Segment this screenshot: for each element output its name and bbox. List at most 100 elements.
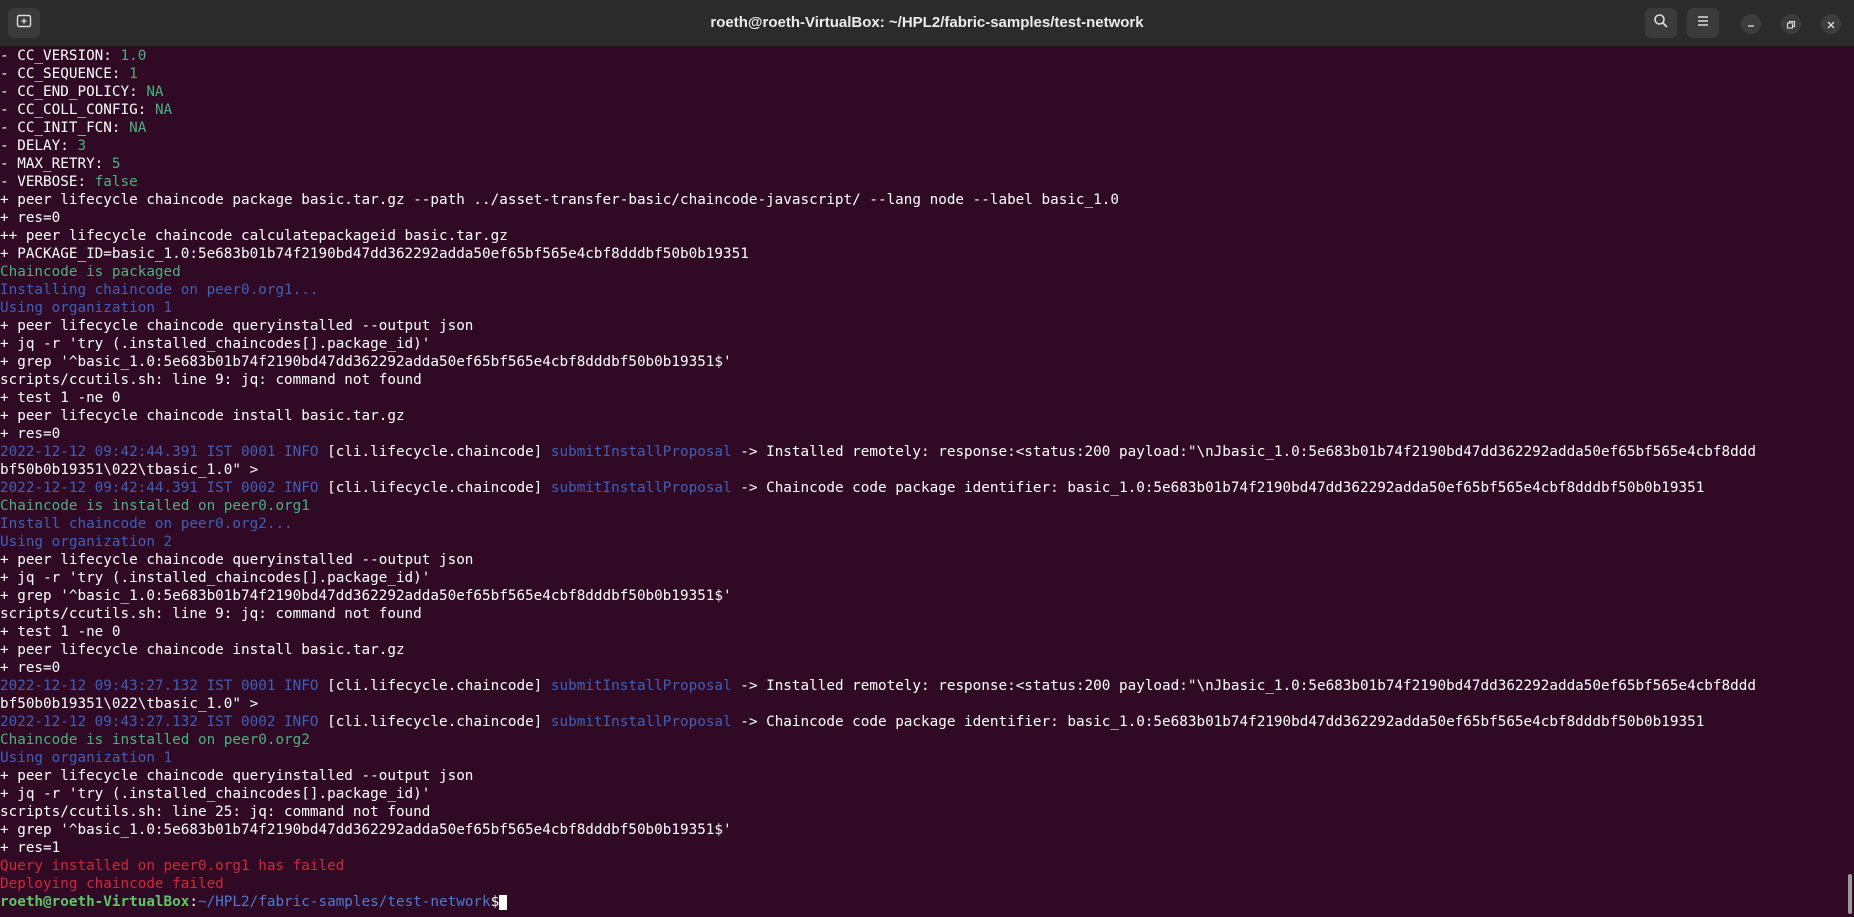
terminal-text: + jq -r 'try (.installed_chaincodes[].pa… xyxy=(0,786,431,802)
terminal-line: Chaincode is installed on peer0.org1 xyxy=(0,497,1846,515)
terminal-line: + res=0 xyxy=(0,659,1846,677)
window-title: roeth@roeth-VirtualBox: ~/HPL2/fabric-sa… xyxy=(710,14,1144,31)
terminal-line: Using organization 2 xyxy=(0,533,1846,551)
terminal-text: -> Chaincode code package identifier: ba… xyxy=(731,480,1705,496)
terminal-text: + peer lifecycle chaincode install basic… xyxy=(0,408,405,424)
terminal-text: -> Installed remotely: response:<status:… xyxy=(731,444,1756,460)
minimize-button[interactable] xyxy=(1741,14,1761,34)
terminal-line: scripts/ccutils.sh: line 25: jq: command… xyxy=(0,803,1846,821)
terminal-text: scripts/ccutils.sh: line 9: jq: command … xyxy=(0,372,422,388)
terminal-line: + grep '^basic_1.0:5e683b01b74f2190bd47d… xyxy=(0,353,1846,371)
minimize-icon xyxy=(1746,15,1756,34)
terminal-text: bf50b0b19351\022\tbasic_1.0" > xyxy=(0,696,259,712)
terminal-text: + res=0 xyxy=(0,426,61,442)
terminal-line: Install chaincode on peer0.org2... xyxy=(0,515,1846,533)
shell-prompt[interactable]: roeth@roeth-VirtualBox:~/HPL2/fabric-sam… xyxy=(0,893,1846,911)
terminal-text: - CC_COLL_CONFIG: xyxy=(0,102,155,118)
terminal-line: + peer lifecycle chaincode queryinstalle… xyxy=(0,551,1846,569)
terminal-text: + res=0 xyxy=(0,210,61,226)
terminal-text: 1.0 xyxy=(120,48,147,64)
terminal-text: - VERBOSE: xyxy=(0,174,95,190)
terminal-line: Deploying chaincode failed xyxy=(0,875,1846,893)
terminal-text: + peer lifecycle chaincode queryinstalle… xyxy=(0,552,474,568)
terminal-text: + jq -r 'try (.installed_chaincodes[].pa… xyxy=(0,570,431,586)
terminal-text: Using organization 1 xyxy=(0,750,173,766)
terminal-text: 1 xyxy=(129,66,138,82)
terminal-text: Deploying chaincode failed xyxy=(0,876,224,892)
terminal-text: 2022-12-12 09:43:27.132 IST 0001 INFO xyxy=(0,678,319,694)
restore-icon xyxy=(1786,15,1796,34)
terminal-line: + peer lifecycle chaincode install basic… xyxy=(0,407,1846,425)
prompt-separator: : xyxy=(189,894,198,910)
terminal-text: + res=1 xyxy=(0,840,61,856)
terminal-text: + grep '^basic_1.0:5e683b01b74f2190bd47d… xyxy=(0,822,732,838)
terminal-line: Chaincode is packaged xyxy=(0,263,1846,281)
terminal-output[interactable]: - CC_VERSION: 1.0- CC_SEQUENCE: 1- CC_EN… xyxy=(0,47,1846,917)
terminal-line: ++ peer lifecycle chaincode calculatepac… xyxy=(0,227,1846,245)
terminal-text: Using organization 1 xyxy=(0,300,173,316)
terminal-line: Chaincode is installed on peer0.org2 xyxy=(0,731,1846,749)
terminal-line: 2022-12-12 09:43:27.132 IST 0001 INFO [c… xyxy=(0,677,1846,695)
terminal-text: - MAX_RETRY: xyxy=(0,156,112,172)
terminal-text: - DELAY: xyxy=(0,138,78,154)
terminal-text: 2022-12-12 09:42:44.391 IST 0002 INFO xyxy=(0,480,319,496)
terminal-text: NA xyxy=(129,120,147,136)
terminal-line: bf50b0b19351\022\tbasic_1.0" > xyxy=(0,461,1846,479)
terminal-line: + jq -r 'try (.installed_chaincodes[].pa… xyxy=(0,335,1846,353)
terminal-line: - MAX_RETRY: 5 xyxy=(0,155,1846,173)
terminal-line: scripts/ccutils.sh: line 9: jq: command … xyxy=(0,605,1846,623)
terminal-text: submitInstallProposal xyxy=(550,678,732,694)
terminal-text: submitInstallProposal xyxy=(550,714,732,730)
terminal-text: + test 1 -ne 0 xyxy=(0,624,121,640)
terminal-line: + res=1 xyxy=(0,839,1846,857)
terminal-text: scripts/ccutils.sh: line 25: jq: command… xyxy=(0,804,431,820)
prompt-symbol: $ xyxy=(490,894,500,910)
terminal-line: + res=0 xyxy=(0,425,1846,443)
terminal-text: submitInstallProposal xyxy=(550,444,732,460)
terminal-line: + peer lifecycle chaincode queryinstalle… xyxy=(0,767,1846,785)
terminal-line: + test 1 -ne 0 xyxy=(0,389,1846,407)
terminal-line: bf50b0b19351\022\tbasic_1.0" > xyxy=(0,695,1846,713)
terminal-line: - CC_SEQUENCE: 1 xyxy=(0,65,1846,83)
scrollbar[interactable] xyxy=(1848,874,1852,914)
menu-button[interactable] xyxy=(1687,8,1719,38)
terminal-text: [cli.lifecycle.chaincode] xyxy=(318,480,551,496)
close-icon xyxy=(1826,15,1836,34)
terminal-text: [cli.lifecycle.chaincode] xyxy=(318,714,551,730)
terminal-line: - CC_INIT_FCN: NA xyxy=(0,119,1846,137)
prompt-path: ~/HPL2/fabric-samples/test-network xyxy=(197,894,491,910)
terminal-text: [cli.lifecycle.chaincode] xyxy=(318,678,551,694)
terminal-line: + jq -r 'try (.installed_chaincodes[].pa… xyxy=(0,569,1846,587)
maximize-button[interactable] xyxy=(1781,14,1801,34)
terminal-text: 3 xyxy=(77,138,87,154)
terminal-text: + res=0 xyxy=(0,660,61,676)
terminal-text: NA xyxy=(146,84,164,100)
terminal-line: + res=0 xyxy=(0,209,1846,227)
terminal-text: submitInstallProposal xyxy=(550,480,732,496)
terminal-line: - VERBOSE: false xyxy=(0,173,1846,191)
terminal-line: 2022-12-12 09:43:27.132 IST 0002 INFO [c… xyxy=(0,713,1846,731)
terminal-line: - CC_VERSION: 1.0 xyxy=(0,47,1846,65)
terminal-text: 2022-12-12 09:42:44.391 IST 0001 INFO xyxy=(0,444,319,460)
prompt-user-host: roeth@roeth-VirtualBox xyxy=(0,894,190,910)
terminal-line: + grep '^basic_1.0:5e683b01b74f2190bd47d… xyxy=(0,821,1846,839)
terminal-line: + PACKAGE_ID=basic_1.0:5e683b01b74f2190b… xyxy=(0,245,1846,263)
close-button[interactable] xyxy=(1821,14,1841,34)
terminal-text: ++ peer lifecycle chaincode calculatepac… xyxy=(0,228,508,244)
terminal-line: + test 1 -ne 0 xyxy=(0,623,1846,641)
terminal-text: + test 1 -ne 0 xyxy=(0,390,121,406)
terminal-text: + peer lifecycle chaincode package basic… xyxy=(0,192,1119,208)
terminal-text: + peer lifecycle chaincode queryinstalle… xyxy=(0,768,474,784)
terminal-text: + peer lifecycle chaincode install basic… xyxy=(0,642,405,658)
search-button[interactable] xyxy=(1645,8,1677,38)
terminal-text: NA xyxy=(154,102,173,118)
terminal-line: + peer lifecycle chaincode package basic… xyxy=(0,191,1846,209)
terminal-text: - CC_SEQUENCE: xyxy=(0,66,130,82)
terminal-text: Chaincode is installed on peer0.org2 xyxy=(0,732,310,748)
terminal-text: + jq -r 'try (.installed_chaincodes[].pa… xyxy=(0,336,431,352)
terminal-line: 2022-12-12 09:42:44.391 IST 0001 INFO [c… xyxy=(0,443,1846,461)
terminal-text: -> Installed remotely: response:<status:… xyxy=(731,678,1756,694)
terminal-text: bf50b0b19351\022\tbasic_1.0" > xyxy=(0,462,259,478)
terminal-line: 2022-12-12 09:42:44.391 IST 0002 INFO [c… xyxy=(0,479,1846,497)
terminal-line: + jq -r 'try (.installed_chaincodes[].pa… xyxy=(0,785,1846,803)
